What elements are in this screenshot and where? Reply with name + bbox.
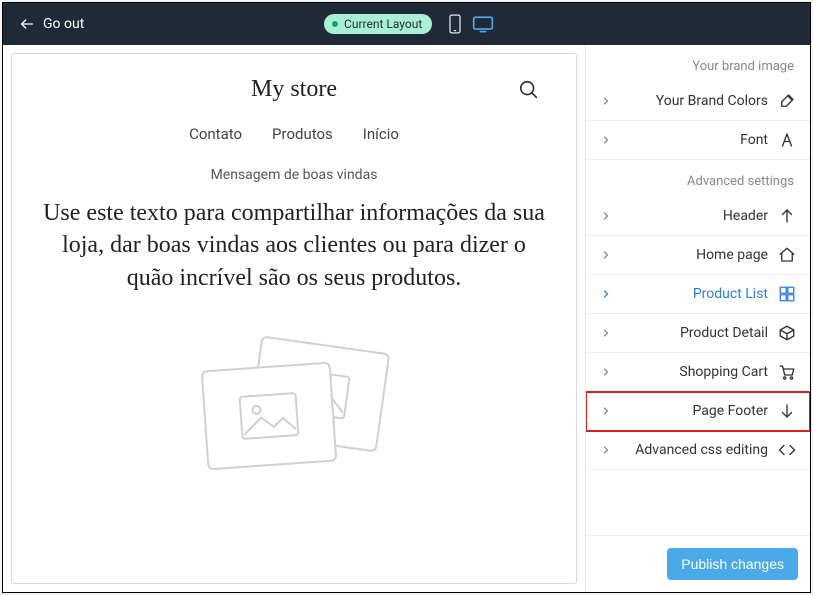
sidebar-item-label: Product Detail (680, 325, 768, 341)
sidebar-item-product-detail[interactable]: Product Detail (586, 314, 810, 353)
sidebar-item-font[interactable]: Font (586, 121, 810, 160)
settings-sidebar: Your brand image Your Brand Colors Font (585, 45, 810, 592)
current-layout-badge: Current Layout (324, 14, 432, 34)
grid-icon (778, 285, 796, 303)
sidebar-item-product-list[interactable]: Product List (586, 275, 810, 314)
welcome-text: Use este texto para compartilhar informa… (12, 197, 576, 324)
sidebar-item-brand-colors[interactable]: Your Brand Colors (586, 82, 810, 121)
group-advanced-label: Advanced settings (586, 160, 810, 197)
chevron-right-icon (600, 405, 612, 417)
chevron-right-icon (600, 288, 612, 300)
home-icon (778, 246, 796, 264)
font-icon (778, 131, 796, 149)
chevron-right-icon (600, 366, 612, 378)
nav-inicio[interactable]: Início (363, 125, 399, 143)
cart-icon (778, 363, 796, 381)
group-brand-label: Your brand image (586, 45, 810, 82)
sidebar-item-label: Your Brand Colors (656, 93, 768, 109)
status-dot-icon (332, 21, 338, 27)
sidebar-item-label: Font (740, 132, 768, 148)
image-icon (237, 391, 300, 441)
store-title: My store (90, 76, 498, 103)
device-desktop-button[interactable] (472, 15, 494, 33)
sidebar-item-header[interactable]: Header (586, 197, 810, 236)
arrow-up-icon (778, 207, 796, 225)
sidebar-item-label: Home page (696, 247, 768, 263)
chevron-right-icon (600, 95, 612, 107)
welcome-label: Mensagem de boas vindas (12, 167, 576, 197)
sidebar-item-shopping-cart[interactable]: Shopping Cart (586, 353, 810, 392)
brush-icon (778, 92, 796, 110)
sidebar-item-label: Header (723, 208, 768, 224)
chevron-right-icon (600, 134, 612, 146)
desktop-icon (472, 15, 494, 33)
sidebar-item-label: Product List (693, 286, 768, 302)
preview-pane: My store Início Produtos Contato Mensage… (3, 45, 585, 592)
sidebar-item-label: Advanced css editing (635, 442, 768, 458)
sidebar-item-label: Page Footer (693, 403, 768, 419)
mobile-icon (448, 14, 462, 34)
chevron-right-icon (600, 210, 612, 222)
chevron-right-icon (600, 327, 612, 339)
nav-produtos[interactable]: Produtos (272, 125, 333, 143)
sidebar-item-advanced-css[interactable]: Advanced css editing (586, 431, 810, 470)
go-out-label: Go out (43, 16, 84, 32)
search-button[interactable] (518, 79, 540, 101)
image-placeholder-front (201, 362, 338, 471)
product-placeholder-area (12, 324, 576, 583)
chevron-right-icon (600, 444, 612, 456)
go-out-button[interactable]: Go out (19, 16, 84, 32)
chevron-right-icon (600, 249, 612, 261)
badge-label: Current Layout (344, 17, 422, 31)
nav-contato[interactable]: Contato (189, 125, 242, 143)
sidebar-item-label: Shopping Cart (679, 364, 768, 380)
search-icon (518, 79, 540, 101)
store-nav: Início Produtos Contato (12, 117, 576, 167)
top-bar: Go out Current Layout (3, 3, 810, 45)
device-mobile-button[interactable] (448, 14, 462, 34)
publish-button[interactable]: Publish changes (667, 548, 798, 580)
arrow-left-icon (19, 16, 35, 32)
sidebar-item-page-footer[interactable]: Page Footer (586, 392, 810, 431)
box-icon (778, 324, 796, 342)
code-icon (778, 441, 796, 459)
arrow-down-icon (778, 402, 796, 420)
sidebar-item-home-page[interactable]: Home page (586, 236, 810, 275)
